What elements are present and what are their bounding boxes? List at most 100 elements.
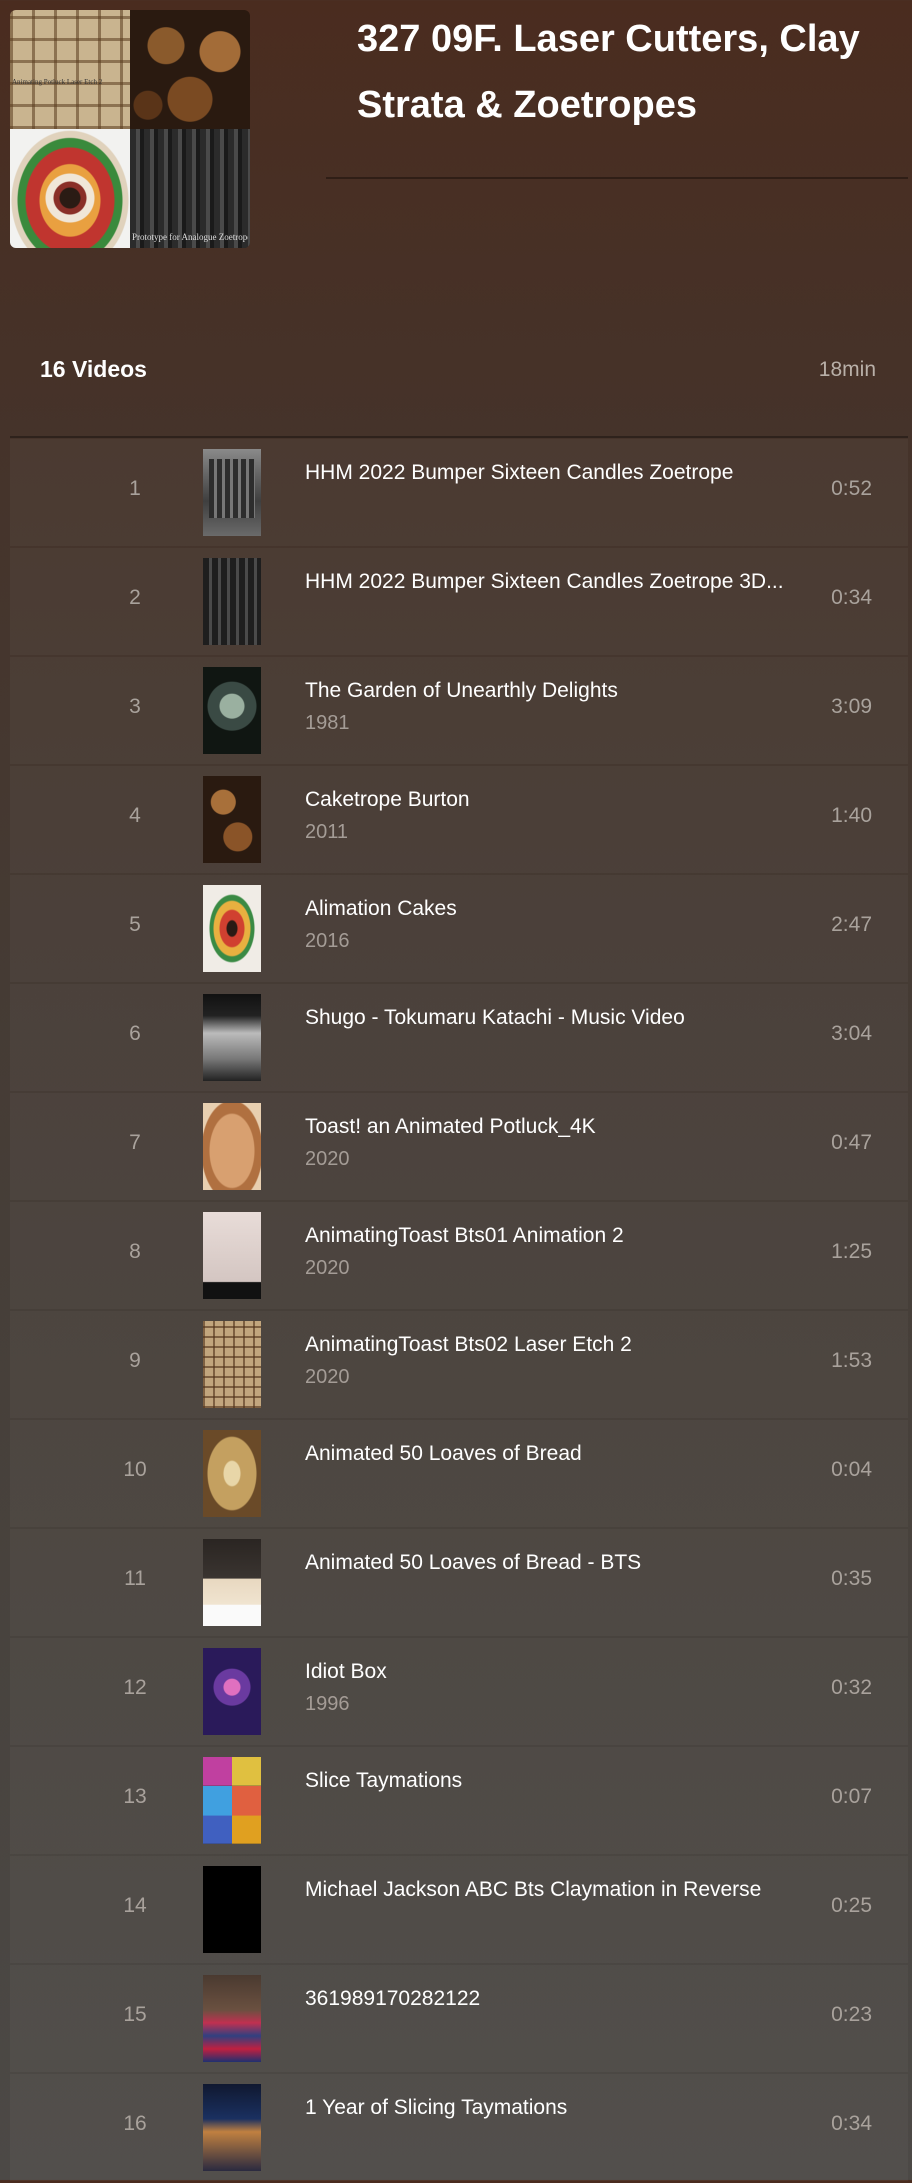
video-duration: 0:32 xyxy=(831,1676,872,1699)
video-row[interactable]: 13 Slice Taymations 0:07 xyxy=(10,1747,908,1854)
video-duration: 2:47 xyxy=(831,913,872,936)
video-count: 16 Videos xyxy=(40,356,147,382)
track-number: 16 xyxy=(123,2112,147,2135)
video-title: AnimatingToast Bts02 Laser Etch 2 xyxy=(305,1333,632,1356)
video-row[interactable]: 7 Toast! an Animated Potluck_4K 2020 0:4… xyxy=(10,1093,908,1200)
video-title: AnimatingToast Bts01 Animation 2 xyxy=(305,1224,624,1247)
video-duration: 0:07 xyxy=(831,1785,872,1808)
cover-caption-top-left: Animating Potluck Laser Etch 2 xyxy=(12,78,103,86)
video-year: 1981 xyxy=(305,712,350,734)
track-number: 12 xyxy=(123,1676,147,1699)
video-title: Animated 50 Loaves of Bread xyxy=(305,1442,582,1465)
track-number: 14 xyxy=(123,1894,147,1917)
cover-caption-bottom-right: Prototype for Analogue Zoetrope C xyxy=(132,232,248,242)
track-number: 10 xyxy=(123,1458,147,1481)
video-title: Shugo - Tokumaru Katachi - Music Video xyxy=(305,1006,685,1029)
video-thumbnail xyxy=(203,1757,261,1844)
video-thumbnail xyxy=(203,558,261,645)
video-title: HHM 2022 Bumper Sixteen Candles Zoetrope xyxy=(305,461,734,484)
video-year: 2020 xyxy=(305,1366,350,1388)
video-row[interactable]: 1 HHM 2022 Bumper Sixteen Candles Zoetro… xyxy=(10,439,908,546)
track-number: 15 xyxy=(123,2003,147,2026)
video-duration: 0:34 xyxy=(831,586,872,609)
video-row[interactable]: 4 Caketrope Burton 2011 1:40 xyxy=(10,766,908,873)
track-number: 3 xyxy=(129,695,141,718)
playlist-summary: 16 Videos 18min xyxy=(0,330,912,440)
track-number: 7 xyxy=(129,1131,141,1154)
video-thumbnail xyxy=(203,776,261,863)
video-year: 2016 xyxy=(305,930,350,952)
cover-image-cake xyxy=(10,129,130,248)
track-number: 6 xyxy=(129,1022,141,1045)
video-title: 1 Year of Slicing Taymations xyxy=(305,2096,568,2119)
video-thumbnail xyxy=(203,2084,261,2171)
video-thumbnail xyxy=(203,1430,261,1517)
video-title: Animated 50 Loaves of Bread - BTS xyxy=(305,1551,642,1574)
track-number: 9 xyxy=(129,1349,141,1372)
video-row[interactable]: 5 Alimation Cakes 2016 2:47 xyxy=(10,875,908,982)
video-title: 361989170282122 xyxy=(305,1987,481,2010)
track-number: 4 xyxy=(129,804,141,827)
video-row[interactable]: 8 AnimatingToast Bts01 Animation 2 2020 … xyxy=(10,1202,908,1309)
track-number: 13 xyxy=(123,1785,147,1808)
track-number: 11 xyxy=(124,1567,146,1590)
video-row[interactable]: 16 1 Year of Slicing Taymations 0:34 xyxy=(10,2074,908,2181)
video-title: Michael Jackson ABC Bts Claymation in Re… xyxy=(305,1878,762,1901)
video-thumbnail xyxy=(203,1103,261,1190)
video-title: Alimation Cakes xyxy=(305,897,457,920)
video-thumbnail xyxy=(203,885,261,972)
video-year: 2020 xyxy=(305,1148,350,1170)
video-thumbnail xyxy=(203,1975,261,2062)
list-divider xyxy=(10,436,908,438)
video-title: Slice Taymations xyxy=(305,1769,463,1792)
video-duration: 0:52 xyxy=(831,477,872,500)
track-number: 2 xyxy=(129,586,141,609)
track-number: 5 xyxy=(129,913,141,936)
total-duration: 18min xyxy=(818,358,876,381)
video-duration: 0:04 xyxy=(831,1458,872,1481)
playlist-title: 327 09F. Laser Cutters, Clay Strata & Zo… xyxy=(357,18,860,126)
video-title: HHM 2022 Bumper Sixteen Candles Zoetrope… xyxy=(305,570,784,593)
video-thumbnail xyxy=(203,449,261,536)
video-row[interactable]: 15 361989170282122 0:23 xyxy=(10,1965,908,2072)
video-row[interactable]: 14 Michael Jackson ABC Bts Claymation in… xyxy=(10,1856,908,1963)
video-row[interactable]: 2 HHM 2022 Bumper Sixteen Candles Zoetro… xyxy=(10,548,908,655)
video-year: 2020 xyxy=(305,1257,350,1279)
title-divider xyxy=(326,177,908,179)
video-duration: 3:04 xyxy=(831,1022,872,1045)
cover-image-cookies xyxy=(130,10,250,129)
video-duration: 0:25 xyxy=(831,1894,872,1917)
video-row[interactable]: 10 Animated 50 Loaves of Bread 0:04 xyxy=(10,1420,908,1527)
video-row[interactable]: 3 The Garden of Unearthly Delights 1981 … xyxy=(10,657,908,764)
video-list: 1 HHM 2022 Bumper Sixteen Candles Zoetro… xyxy=(10,439,908,2183)
video-row[interactable]: 12 Idiot Box 1996 0:32 xyxy=(10,1638,908,1745)
cover-image-zoetrope: Prototype for Analogue Zoetrope C xyxy=(130,129,250,248)
video-year: 1996 xyxy=(305,1693,350,1715)
video-row[interactable]: 6 Shugo - Tokumaru Katachi - Music Video… xyxy=(10,984,908,1091)
video-thumbnail xyxy=(203,1866,261,1953)
video-title: Toast! an Animated Potluck_4K xyxy=(305,1115,596,1138)
video-title: Caketrope Burton xyxy=(305,788,470,811)
video-title: The Garden of Unearthly Delights xyxy=(305,679,618,702)
video-thumbnail xyxy=(203,1539,261,1626)
playlist-header: Animating Potluck Laser Etch 2 Prototype… xyxy=(0,0,912,330)
track-number: 1 xyxy=(129,477,141,500)
video-duration: 1:53 xyxy=(831,1349,872,1372)
video-thumbnail xyxy=(203,667,261,754)
video-thumbnail xyxy=(203,1212,261,1299)
video-duration: 1:25 xyxy=(831,1240,872,1263)
video-thumbnail xyxy=(203,1321,261,1408)
track-number: 8 xyxy=(129,1240,141,1263)
video-year: 2011 xyxy=(305,821,349,843)
video-duration: 1:40 xyxy=(831,804,872,827)
video-duration: 0:34 xyxy=(831,2112,872,2135)
video-thumbnail xyxy=(203,1648,261,1735)
video-row[interactable]: 9 AnimatingToast Bts02 Laser Etch 2 2020… xyxy=(10,1311,908,1418)
cover-image-laser-etch: Animating Potluck Laser Etch 2 xyxy=(10,10,130,129)
video-title: Idiot Box xyxy=(305,1660,387,1683)
video-duration: 0:47 xyxy=(831,1131,872,1154)
playlist-cover[interactable]: Animating Potluck Laser Etch 2 Prototype… xyxy=(10,10,250,248)
video-duration: 0:23 xyxy=(831,2003,872,2026)
video-row[interactable]: 11 Animated 50 Loaves of Bread - BTS 0:3… xyxy=(10,1529,908,1636)
video-duration: 0:35 xyxy=(831,1567,872,1590)
